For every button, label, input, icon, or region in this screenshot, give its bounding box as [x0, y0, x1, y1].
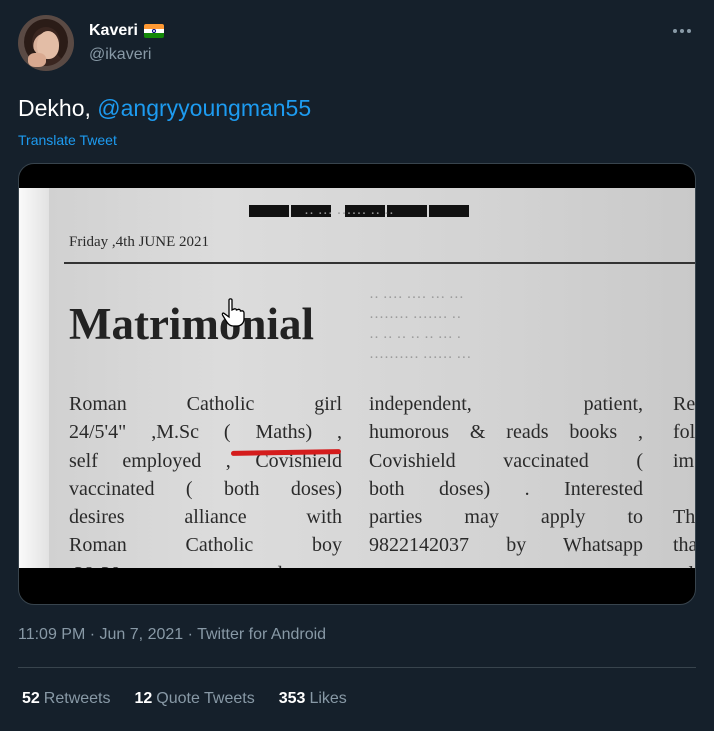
quote-tweets-stat[interactable]: 12 Quote Tweets — [135, 690, 255, 708]
column2-line: 9822142037 by Whatsapp — [369, 534, 643, 557]
likes-count: 353 — [278, 690, 306, 707]
mention-link[interactable]: @angryyoungman55 — [97, 95, 311, 121]
column3-line: fol — [673, 421, 695, 444]
likes-label: Likes — [309, 690, 347, 707]
translate-tweet-link[interactable]: Translate Tweet — [18, 132, 117, 148]
faded-bleed-text: ·· ···· ···· ··· ··· ········ ······· ·· ·… — [369, 290, 472, 366]
header-rule — [64, 262, 695, 264]
column3-line: im — [673, 449, 695, 472]
author-name[interactable]: Kaveri — [89, 22, 138, 40]
tweet-source[interactable]: Twitter for Android — [197, 626, 326, 643]
retweets-label: Retweets — [43, 690, 111, 707]
column1-line: desires alliance with — [69, 506, 342, 529]
tweet-date[interactable]: Jun 7, 2021 — [100, 626, 184, 643]
avatar-hand — [28, 53, 46, 67]
clipping-column-2: independent, patient, humorous & reads b… — [369, 390, 643, 560]
author-name-row[interactable]: Kaveri — [89, 22, 164, 40]
tweet-media-image[interactable]: ▬▬ ▬▬▬ ·· ··· ······ ·· ·· Friday ,4th J… — [18, 163, 696, 605]
divider — [18, 667, 696, 668]
tweet-time[interactable]: 11:09 PM — [18, 626, 85, 643]
paper-edge — [19, 188, 49, 568]
meta-separator: · — [89, 626, 100, 643]
clipping-heading: Matrimonial — [69, 299, 314, 349]
india-flag-icon — [143, 24, 164, 38]
tweet-header: Kaveri @ikaveri — [18, 15, 696, 75]
column3-line: rel — [673, 560, 695, 568]
column1-line: 24/5'4" ,M.Sc ( Maths) , — [69, 421, 342, 444]
clipping-date: Friday ,4th JUNE 2021 — [69, 234, 209, 250]
more-options-icon[interactable] — [668, 21, 696, 41]
column3-line — [673, 475, 695, 503]
tweet-meta: 11:09 PM · Jun 7, 2021 · Twitter for And… — [18, 626, 326, 644]
tweet-stats: 52 Retweets 12 Quote Tweets 353 Likes — [22, 690, 347, 708]
hand-pointer-cursor-icon — [221, 298, 245, 327]
tweet-text-body: Dekho, — [18, 95, 98, 121]
clipping-column-1: Roman Catholic girl 24/5'4" ,M.Sc ( Math… — [69, 390, 342, 568]
faded-text: ·· ··· ······ ·· ·· — [304, 206, 394, 222]
tweet-text: Dekho, @angryyoungman55 — [18, 95, 311, 122]
column3-line: Th — [673, 506, 695, 529]
retweets-count: 52 — [22, 690, 40, 707]
column2-line: humorous & reads books , — [369, 421, 643, 444]
column1-line: ,28-30yrs , post graduate , — [69, 560, 342, 568]
column2-line: both doses) . Interested — [369, 477, 643, 500]
retweets-stat[interactable]: 52 Retweets — [22, 690, 111, 708]
clipping-column-3: Re fol im Th tha rel — [673, 390, 695, 568]
avatar[interactable] — [18, 15, 74, 71]
column1-line: vaccinated ( both doses) — [69, 477, 342, 500]
column2-line: Covishield vaccinated ( — [369, 449, 643, 472]
quote-tweets-count: 12 — [134, 690, 153, 707]
column1-line: Roman Catholic girl — [69, 393, 342, 415]
likes-stat[interactable]: 353 Likes — [279, 690, 347, 708]
column3-line: tha — [673, 534, 695, 557]
quote-tweets-label: Quote Tweets — [156, 690, 255, 707]
newspaper-clipping: ▬▬ ▬▬▬ ·· ··· ······ ·· ·· Friday ,4th J… — [19, 188, 695, 568]
column2-line: independent, patient, — [369, 393, 643, 415]
author-handle[interactable]: @ikaveri — [89, 46, 151, 64]
meta-separator: · — [187, 626, 198, 643]
column2-line: parties may apply to — [369, 506, 643, 529]
column1-line: Roman Catholic boy — [69, 534, 342, 557]
column3-line: Re — [673, 393, 695, 415]
